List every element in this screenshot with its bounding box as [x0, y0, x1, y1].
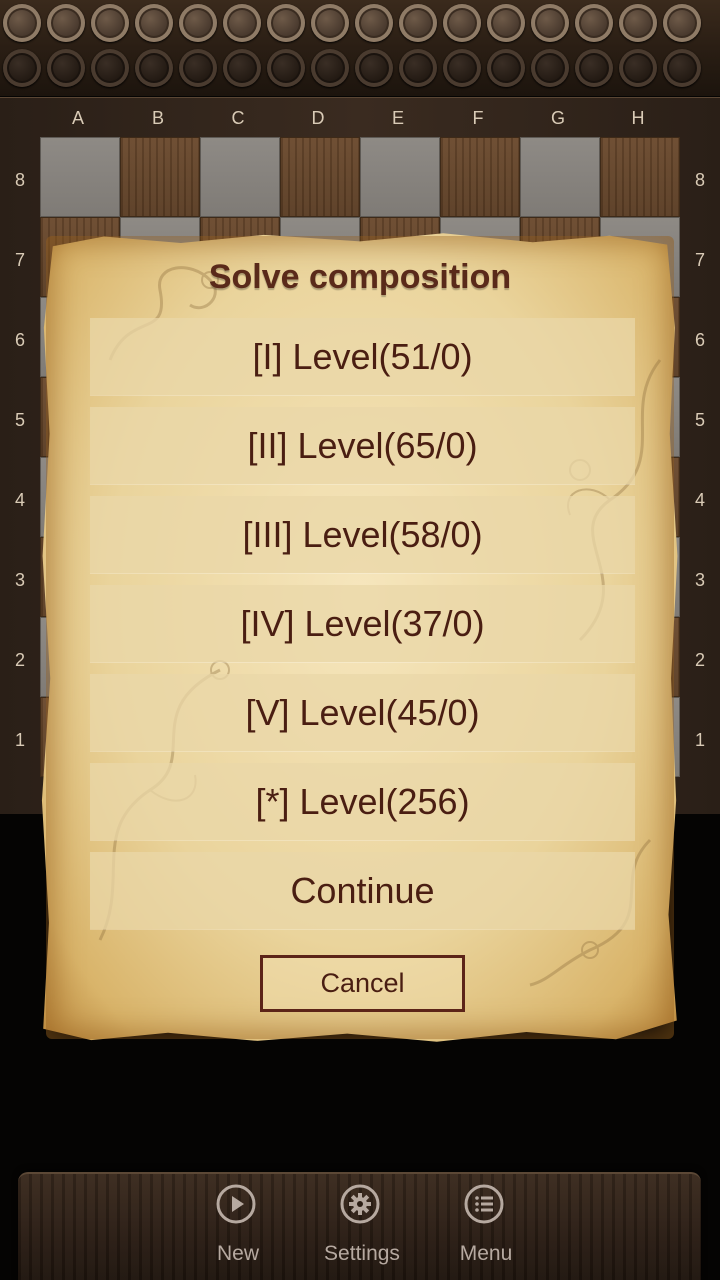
board-square[interactable]: [600, 137, 680, 217]
captured-slot: [355, 4, 393, 42]
menu-label: Menu: [459, 1242, 513, 1265]
list-icon: [464, 1184, 504, 1224]
captured-slot: [311, 49, 349, 87]
captured-slot: [91, 49, 129, 87]
level-item-iii[interactable]: [III] Level(58/0): [90, 496, 635, 573]
board-square[interactable]: [360, 137, 440, 217]
captured-slot: [355, 49, 393, 87]
settings-button[interactable]: Settings: [307, 1184, 417, 1276]
file-label-f: F: [472, 108, 484, 128]
rank-label-3-right: 3: [694, 570, 705, 590]
captured-slot: [575, 49, 613, 87]
solve-composition-dialog: Solve composition [I] Level(51/0) [II] L…: [40, 230, 680, 1045]
captured-pieces-tray: [0, 0, 720, 96]
rank-label-4-left: 4: [14, 490, 25, 510]
captured-slot: [487, 49, 525, 87]
play-icon: [216, 1184, 256, 1224]
new-label: New: [216, 1242, 259, 1265]
rank-label-1-right: 1: [694, 730, 705, 750]
captured-slot: [135, 49, 173, 87]
rank-label-8-right: 8: [694, 170, 705, 190]
level-item-ii[interactable]: [II] Level(65/0): [90, 407, 635, 484]
captured-slot: [575, 4, 613, 42]
board-square[interactable]: [200, 137, 280, 217]
rank-label-7-left: 7: [14, 250, 25, 270]
settings-label: Settings: [324, 1242, 400, 1265]
captured-slot: [531, 4, 569, 42]
rank-label-8-left: 8: [14, 170, 25, 190]
captured-slot: [399, 49, 437, 87]
captured-slot: [311, 4, 349, 42]
menu-button[interactable]: Menu: [431, 1184, 541, 1276]
rank-label-1-left: 1: [14, 730, 25, 750]
captured-slot: [399, 4, 437, 42]
file-label-e: E: [391, 108, 404, 128]
captured-slot: [267, 49, 305, 87]
captured-slot: [663, 49, 701, 87]
rank-label-5-left: 5: [14, 410, 25, 430]
gear-icon: [340, 1184, 380, 1224]
rank-label-4-right: 4: [694, 490, 705, 510]
captured-slot: [3, 49, 41, 87]
rank-label-6-left: 6: [14, 330, 25, 350]
file-label-a: A: [71, 108, 84, 128]
captured-slot: [3, 4, 41, 42]
rank-label-6-right: 6: [694, 330, 705, 350]
captured-slot: [47, 4, 85, 42]
bottom-toolbar: New Settings Menu: [18, 1172, 701, 1280]
continue-button[interactable]: Continue: [90, 852, 635, 929]
captured-slot: [179, 4, 217, 42]
captured-slot: [135, 4, 173, 42]
rank-label-2-left: 2: [14, 650, 25, 670]
captured-row-light: [0, 2, 720, 46]
captured-slot: [223, 4, 261, 42]
captured-slot: [443, 49, 481, 87]
captured-slot: [223, 49, 261, 87]
captured-slot: [179, 49, 217, 87]
captured-slot: [443, 4, 481, 42]
captured-slot: [47, 49, 85, 87]
rank-label-3-left: 3: [14, 570, 25, 590]
captured-slot: [267, 4, 305, 42]
level-item-v[interactable]: [V] Level(45/0): [90, 674, 635, 751]
file-label-c: C: [231, 108, 245, 128]
captured-slot: [663, 4, 701, 42]
captured-row-dark: [0, 47, 720, 91]
board-square[interactable]: [440, 137, 520, 217]
level-item-all[interactable]: [*] Level(256): [90, 763, 635, 840]
cancel-button[interactable]: Cancel: [260, 955, 465, 1012]
board-square[interactable]: [120, 137, 200, 217]
captured-slot: [487, 4, 525, 42]
captured-slot: [619, 4, 657, 42]
file-label-h: H: [631, 108, 645, 128]
captured-slot: [619, 49, 657, 87]
dialog-title: Solve composition: [208, 258, 512, 296]
file-label-g: G: [550, 108, 565, 128]
board-square[interactable]: [40, 137, 120, 217]
new-game-button[interactable]: New: [183, 1184, 293, 1276]
level-item-i[interactable]: [I] Level(51/0): [90, 318, 635, 395]
captured-slot: [531, 49, 569, 87]
file-label-d: D: [311, 108, 325, 128]
board-square[interactable]: [520, 137, 600, 217]
rank-label-7-right: 7: [694, 250, 705, 270]
rank-label-2-right: 2: [694, 650, 705, 670]
board-square[interactable]: [280, 137, 360, 217]
game-screen: A B C D E F G H 8 7 6 5 4 3 2 1 8 7 6 5 …: [0, 0, 720, 1280]
captured-slot: [91, 4, 129, 42]
level-item-iv[interactable]: [IV] Level(37/0): [90, 585, 635, 662]
rank-label-5-right: 5: [694, 410, 705, 430]
file-label-b: B: [151, 108, 164, 128]
